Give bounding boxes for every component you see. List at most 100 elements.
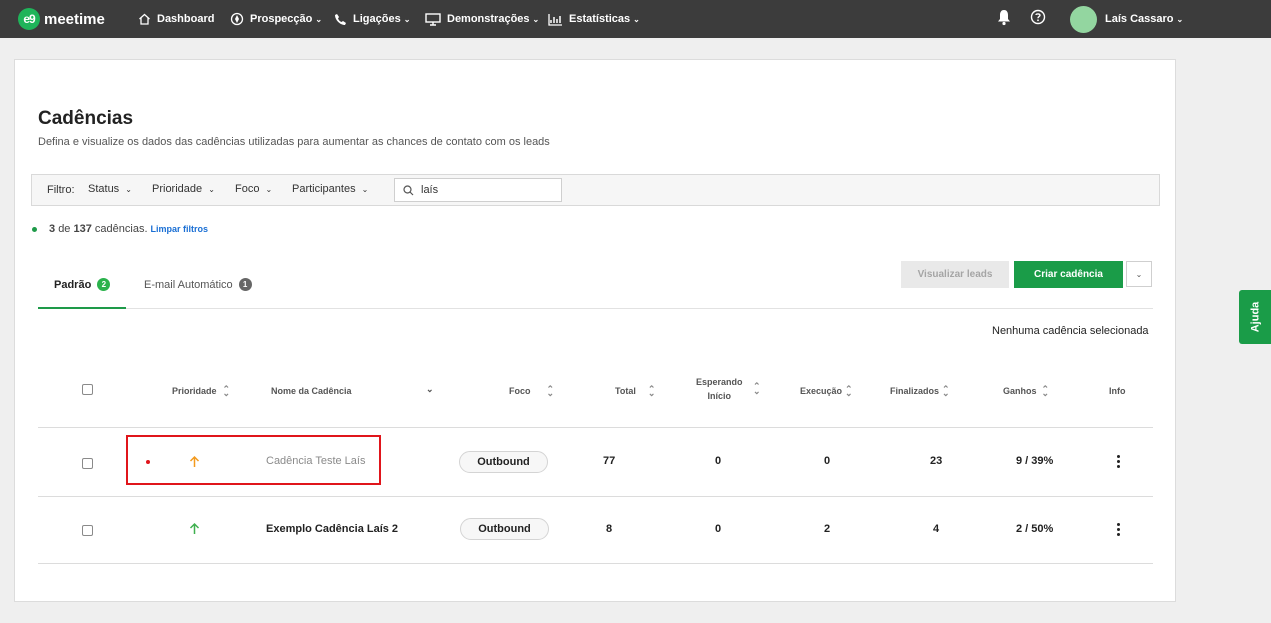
header-focus[interactable]: Foco ⌃ ⌄ xyxy=(509,383,555,398)
header-gains-label: Ganhos xyxy=(1003,386,1037,396)
nav-estatisticas-label: Estatísticas xyxy=(569,13,631,25)
filter-participants[interactable]: Participantes ⌄ xyxy=(292,183,368,195)
page-subtitle: Defina e visualize os dados das cadência… xyxy=(38,136,550,148)
header-priority[interactable]: Prioridade ⌃ ⌄ xyxy=(172,383,231,398)
header-execution[interactable]: Execução ⌃ ⌄ xyxy=(800,384,853,398)
chevron-down-icon: ⌄ xyxy=(361,185,369,194)
status-dot xyxy=(32,226,37,232)
chevron-down-icon: ⌄ xyxy=(633,14,640,24)
name-sort-chevron-icon[interactable]: ⌄ xyxy=(426,384,434,395)
waiting-value: 0 xyxy=(715,455,722,467)
help-side-tab[interactable]: Ajuda xyxy=(1239,290,1271,344)
chevron-down-icon: ⌄ xyxy=(403,14,411,24)
filter-focus[interactable]: Foco ⌄ xyxy=(235,183,272,195)
nav-prospeccao-label: Prospecção xyxy=(250,13,313,25)
row-menu-icon[interactable] xyxy=(1117,455,1121,470)
nav-ligacoes[interactable]: Ligações ⌄ xyxy=(334,0,410,38)
chevron-down-icon: ⌄ xyxy=(1135,269,1143,279)
sort-icon: ⌃ ⌄ xyxy=(942,383,950,398)
page-title: Cadências xyxy=(38,108,134,129)
avatar[interactable] xyxy=(1070,6,1097,33)
help-circle-icon[interactable] xyxy=(1030,9,1046,25)
sort-icon: ⌃ ⌄ xyxy=(647,383,656,398)
header-execution-label: Execução xyxy=(800,386,843,396)
chevron-down-icon: ⌄ xyxy=(208,185,215,194)
filter-priority[interactable]: Prioridade ⌄ xyxy=(152,183,215,195)
search-icon xyxy=(403,185,414,196)
help-side-tab-label: Ajuda xyxy=(1249,301,1261,333)
result-count: 3 de 137 cadências. Limpar filtros xyxy=(32,223,208,235)
row-checkbox[interactable] xyxy=(82,458,93,469)
header-priority-label: Prioridade xyxy=(172,386,217,396)
more-actions-button[interactable]: ⌄ xyxy=(1126,261,1152,287)
status-dot xyxy=(146,460,150,464)
select-all-checkbox[interactable] xyxy=(82,384,93,395)
header-focus-label: Foco xyxy=(509,386,531,396)
filter-focus-label: Foco xyxy=(235,183,260,195)
count-of: de xyxy=(58,223,71,235)
tab-email-automatico[interactable]: E-mail Automático 1 xyxy=(144,278,252,291)
clear-filters-link[interactable]: Limpar filtros xyxy=(151,224,209,234)
bell-icon[interactable] xyxy=(997,9,1011,26)
filter-status-label: Status xyxy=(88,183,120,195)
phone-icon xyxy=(335,13,346,25)
header-finished[interactable]: Finalizados ⌃ ⌄ xyxy=(890,383,950,398)
header-divider xyxy=(38,427,1153,428)
chevron-down-icon: ⌄ xyxy=(265,185,273,194)
nav-dashboard-label: Dashboard xyxy=(157,13,215,25)
home-icon xyxy=(139,13,150,25)
cadence-name-link[interactable]: Cadência Teste Laís xyxy=(266,455,365,467)
tabs-divider xyxy=(38,308,1153,309)
nav-ligacoes-label: Ligações xyxy=(353,13,401,25)
row-checkbox[interactable] xyxy=(82,525,93,536)
meetime-logo[interactable]: e9 meetime xyxy=(18,8,105,30)
sort-icon: ⌃ ⌄ xyxy=(546,383,555,398)
total-count: 137 xyxy=(73,223,92,235)
create-cadence-button[interactable]: Criar cadência xyxy=(1014,261,1123,288)
nav-demonstracoes[interactable]: Demonstrações ⌄ xyxy=(425,0,539,38)
nav-estatisticas[interactable]: Estatísticas ⌄ xyxy=(548,0,640,38)
sort-icon: ⌃ ⌄ xyxy=(1041,383,1050,398)
header-name[interactable]: Nome da Cadência xyxy=(271,386,352,396)
tab-padrao-label: Padrão xyxy=(54,278,92,291)
header-total-label: Total xyxy=(615,386,636,396)
nav-dashboard[interactable]: Dashboard xyxy=(138,0,214,38)
filter-priority-label: Prioridade xyxy=(152,183,203,195)
header-waiting-label-2: Início xyxy=(707,391,732,401)
filter-label: Filtro: xyxy=(47,184,75,196)
logo-mark: e9 xyxy=(18,8,40,30)
chevron-down-icon: ⌄ xyxy=(1176,14,1184,24)
row-divider xyxy=(38,563,1153,564)
shown-count: 3 xyxy=(49,223,56,235)
filter-bar: Filtro: Status ⌄ Prioridade ⌄ Foco ⌄ Par… xyxy=(31,174,1160,206)
nav-prospeccao[interactable]: Prospecção ⌄ xyxy=(230,0,322,38)
search-input[interactable] xyxy=(421,182,556,198)
user-menu[interactable]: Laís Cassaro ⌄ xyxy=(1105,0,1183,38)
finished-value: 4 xyxy=(933,523,940,535)
total-value: 77 xyxy=(603,455,616,467)
priority-medium-arrow-icon xyxy=(189,522,200,534)
cadence-name-link[interactable]: Exemplo Cadência Laís 2 xyxy=(266,523,398,535)
chart-icon xyxy=(548,13,562,26)
focus-badge: Outbound xyxy=(460,518,549,540)
selection-status: Nenhuma cadência selecionada xyxy=(992,325,1149,337)
gains-value: 2 / 50% xyxy=(1016,523,1054,535)
header-waiting[interactable]: Esperando Início xyxy=(696,377,743,401)
tab-padrao[interactable]: Padrão 2 xyxy=(54,278,111,291)
header-gains[interactable]: Ganhos ⌃ ⌄ xyxy=(1003,383,1050,398)
compass-icon xyxy=(230,12,244,26)
chevron-down-icon: ⌄ xyxy=(532,14,540,24)
filter-status[interactable]: Status ⌄ xyxy=(88,183,132,195)
chevron-down-icon: ⌄ xyxy=(125,185,132,194)
chevron-down-icon: ⌄ xyxy=(315,14,323,24)
waiting-value: 0 xyxy=(715,523,722,535)
execution-value: 0 xyxy=(824,455,831,467)
sort-icon: ⌃ ⌄ xyxy=(222,383,231,398)
header-name-label: Nome da Cadência xyxy=(271,386,352,396)
view-leads-button[interactable]: Visualizar leads xyxy=(901,261,1009,288)
count-suffix: cadências. xyxy=(94,223,148,235)
sort-icon[interactable]: ⌃ ⌄ xyxy=(753,382,761,396)
header-total[interactable]: Total ⌃ ⌄ xyxy=(615,383,656,398)
row-menu-icon[interactable] xyxy=(1117,523,1121,538)
tab-padrao-badge: 2 xyxy=(97,278,111,291)
